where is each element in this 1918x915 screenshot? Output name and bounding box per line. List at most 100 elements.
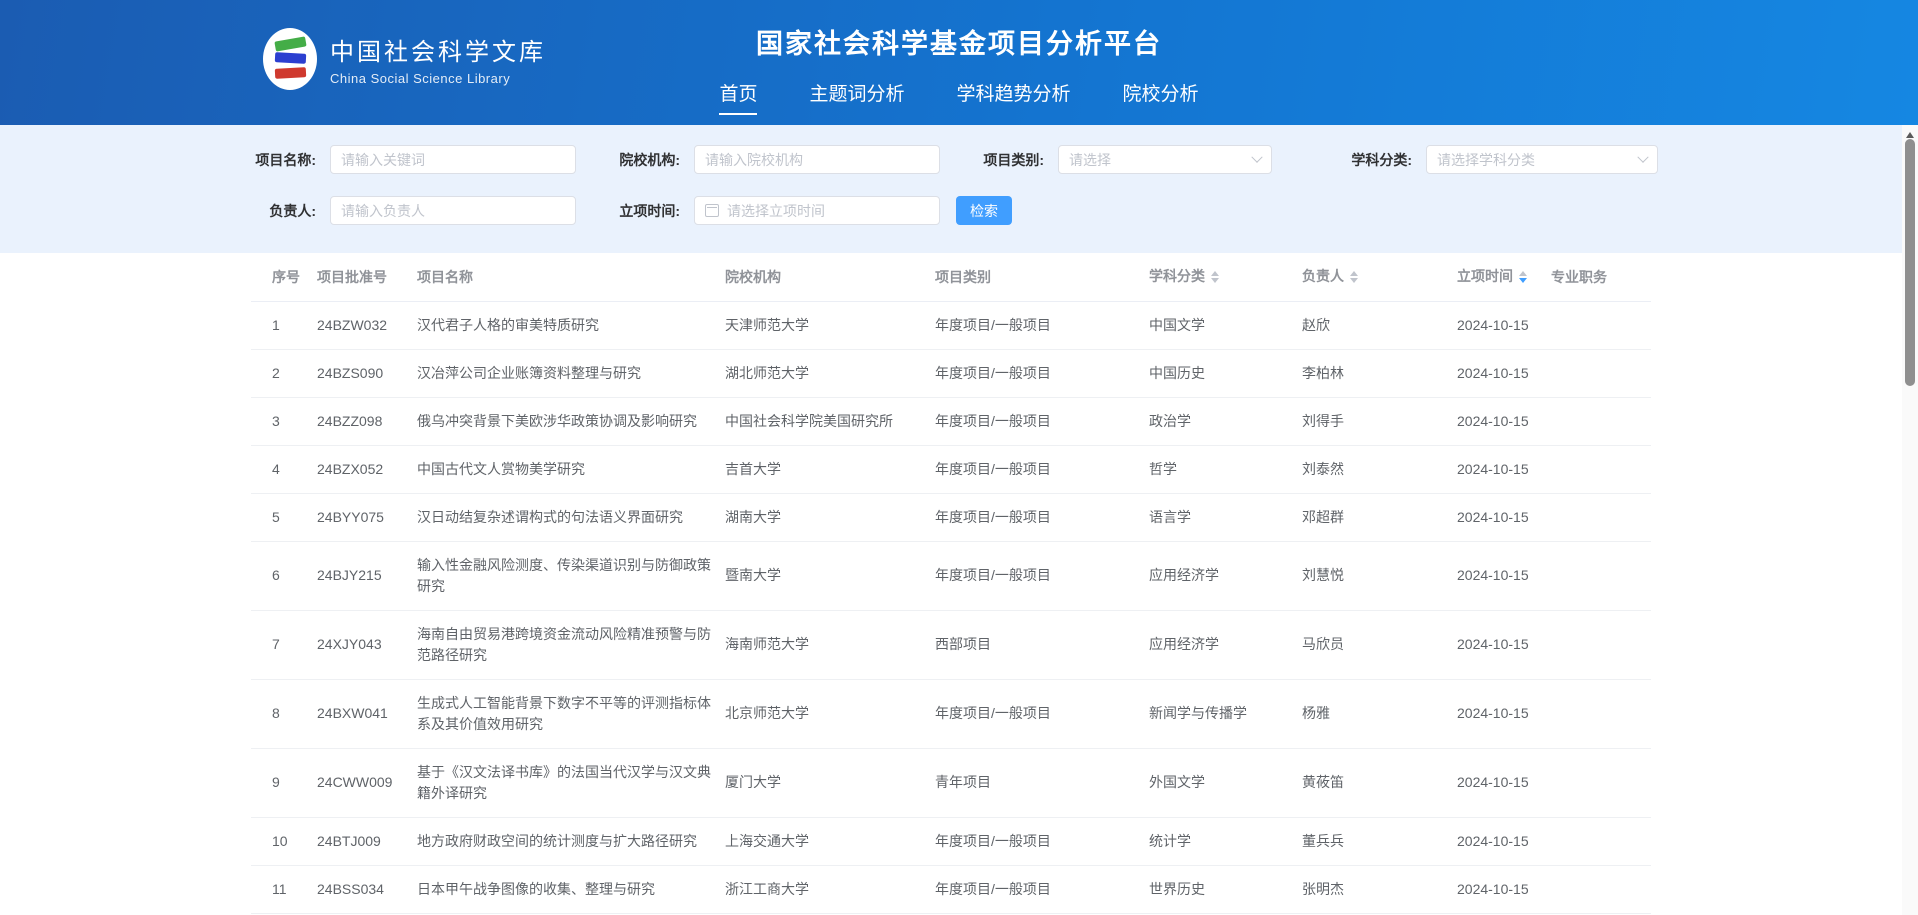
table-row: 124BZW032汉代君子人格的审美特质研究天津师范大学年度项目/一般项目中国文… — [251, 301, 1651, 349]
table-cell: 输入性金融风险测度、传染渠道识别与防御政策研究 — [417, 541, 725, 610]
table-cell: 中国文学 — [1149, 301, 1302, 349]
nav-item-keyword-analysis[interactable]: 主题词分析 — [809, 79, 904, 115]
table-cell: 7 — [251, 610, 317, 679]
table-cell: 邓超群 — [1302, 493, 1457, 541]
table-cell: 刘慧悦 — [1302, 541, 1457, 610]
table-cell — [1551, 541, 1651, 610]
table-cell: 2024-10-15 — [1457, 610, 1551, 679]
sort-carets-icon[interactable] — [1519, 267, 1527, 287]
nav-item-institution-analysis[interactable]: 院校分析 — [1123, 79, 1199, 115]
table-cell: 2 — [251, 349, 317, 397]
table-cell: 年度项目/一般项目 — [935, 817, 1149, 865]
column-header: 序号 — [251, 253, 317, 301]
table-cell: 天津师范大学 — [725, 301, 935, 349]
table-row: 924CWW009基于《汉文法译书库》的法国当代汉学与汉文典籍外译研究厦门大学青… — [251, 748, 1651, 817]
table-cell: 湖南大学 — [725, 493, 935, 541]
table-row: 824BXW041生成式人工智能背景下数字不平等的评测指标体系及其价值效用研究北… — [251, 679, 1651, 748]
table-cell: 应用经济学 — [1149, 610, 1302, 679]
table-cell: 11 — [251, 865, 317, 913]
table-cell: 9 — [251, 748, 317, 817]
table-cell: 2024-10-15 — [1457, 493, 1551, 541]
main-nav: 首页 主题词分析 学科趋势分析 院校分析 — [0, 79, 1918, 115]
table-row: 424BZX052中国古代文人赏物美学研究吉首大学年度项目/一般项目哲学刘泰然2… — [251, 445, 1651, 493]
discipline-placeholder: 请选择学科分类 — [1437, 150, 1639, 170]
table-cell — [1551, 349, 1651, 397]
table-cell: 中国古代文人赏物美学研究 — [417, 445, 725, 493]
column-header: 院校机构 — [725, 253, 935, 301]
table-row: 624BJY215输入性金融风险测度、传染渠道识别与防御政策研究暨南大学年度项目… — [251, 541, 1651, 610]
calendar-icon — [705, 204, 719, 217]
table-cell: 西部项目 — [935, 610, 1149, 679]
table-cell: 马欣员 — [1302, 610, 1457, 679]
table-row: 324BZZ098俄乌冲突背景下美欧涉华政策协调及影响研究中国社会科学院美国研究… — [251, 397, 1651, 445]
institution-label: 院校机构: — [600, 150, 680, 170]
table-cell: 2024-10-15 — [1457, 541, 1551, 610]
table-cell: 汉冶萍公司企业账簿资料整理与研究 — [417, 349, 725, 397]
table-cell: 北京师范大学 — [725, 679, 935, 748]
institution-input[interactable] — [694, 145, 940, 174]
table-cell: 2024-10-15 — [1457, 748, 1551, 817]
table-cell — [1551, 445, 1651, 493]
table-cell: 2024-10-15 — [1457, 865, 1551, 913]
column-header-label: 序号 — [272, 269, 300, 285]
column-header[interactable]: 立项时间 — [1457, 253, 1551, 301]
vertical-scrollbar[interactable] — [1902, 125, 1918, 915]
table-cell: 应用经济学 — [1149, 541, 1302, 610]
column-header[interactable]: 负责人 — [1302, 253, 1457, 301]
table-body: 124BZW032汉代君子人格的审美特质研究天津师范大学年度项目/一般项目中国文… — [251, 301, 1651, 913]
table-cell: 基于《汉文法译书库》的法国当代汉学与汉文典籍外译研究 — [417, 748, 725, 817]
column-header: 项目类别 — [935, 253, 1149, 301]
page-title: 国家社会科学基金项目分析平台 — [0, 22, 1918, 61]
column-header-label: 立项时间 — [1457, 268, 1513, 284]
table-cell — [1551, 301, 1651, 349]
nav-item-discipline-trend-analysis[interactable]: 学科趋势分析 — [957, 79, 1071, 115]
column-header[interactable]: 学科分类 — [1149, 253, 1302, 301]
table-cell: 年度项目/一般项目 — [935, 679, 1149, 748]
scrollbar-thumb[interactable] — [1905, 139, 1915, 386]
sort-carets-icon[interactable] — [1211, 267, 1219, 287]
table-cell: 2024-10-15 — [1457, 445, 1551, 493]
sort-carets-icon[interactable] — [1350, 267, 1358, 287]
table-cell: 2024-10-15 — [1457, 397, 1551, 445]
table-cell: 中国社会科学院美国研究所 — [725, 397, 935, 445]
chevron-down-icon — [1637, 151, 1648, 162]
table-cell: 24BZW032 — [317, 301, 417, 349]
table-cell: 刘泰然 — [1302, 445, 1457, 493]
table-cell: 年度项目/一般项目 — [935, 349, 1149, 397]
table-cell: 2024-10-15 — [1457, 301, 1551, 349]
project-type-label: 项目类别: — [964, 150, 1044, 170]
table-row: 524BYY075汉日动结复杂述谓构式的句法语义界面研究湖南大学年度项目/一般项… — [251, 493, 1651, 541]
table-cell: 年度项目/一般项目 — [935, 397, 1149, 445]
project-type-select[interactable]: 请选择 — [1058, 145, 1272, 174]
table-cell — [1551, 817, 1651, 865]
table-cell: 政治学 — [1149, 397, 1302, 445]
approval-date-label: 立项时间: — [600, 201, 680, 221]
project-type-placeholder: 请选择 — [1069, 150, 1253, 170]
table-cell: 董兵兵 — [1302, 817, 1457, 865]
scroll-up-arrow-icon[interactable] — [1906, 128, 1914, 138]
column-header-label: 专业职务 — [1551, 269, 1607, 285]
search-button[interactable]: 检索 — [956, 196, 1012, 225]
table-cell: 杨雅 — [1302, 679, 1457, 748]
table-cell: 青年项目 — [935, 748, 1149, 817]
table-cell — [1551, 865, 1651, 913]
table-cell: 4 — [251, 445, 317, 493]
column-header: 项目名称 — [417, 253, 725, 301]
table-cell — [1551, 493, 1651, 541]
table-cell: 年度项目/一般项目 — [935, 493, 1149, 541]
column-header-label: 项目批准号 — [317, 269, 387, 285]
project-name-input[interactable] — [330, 145, 576, 174]
table-cell: 6 — [251, 541, 317, 610]
leader-input[interactable] — [330, 196, 576, 225]
table-cell — [1551, 610, 1651, 679]
table-cell: 上海交通大学 — [725, 817, 935, 865]
table-cell: 10 — [251, 817, 317, 865]
table-cell — [1551, 397, 1651, 445]
table-cell: 1 — [251, 301, 317, 349]
column-header: 专业职务 — [1551, 253, 1651, 301]
nav-item-home[interactable]: 首页 — [719, 79, 757, 115]
table-cell: 8 — [251, 679, 317, 748]
approval-date-input[interactable]: 请选择立项时间 — [694, 196, 940, 225]
leader-label: 负责人: — [250, 201, 316, 221]
discipline-select[interactable]: 请选择学科分类 — [1426, 145, 1658, 174]
